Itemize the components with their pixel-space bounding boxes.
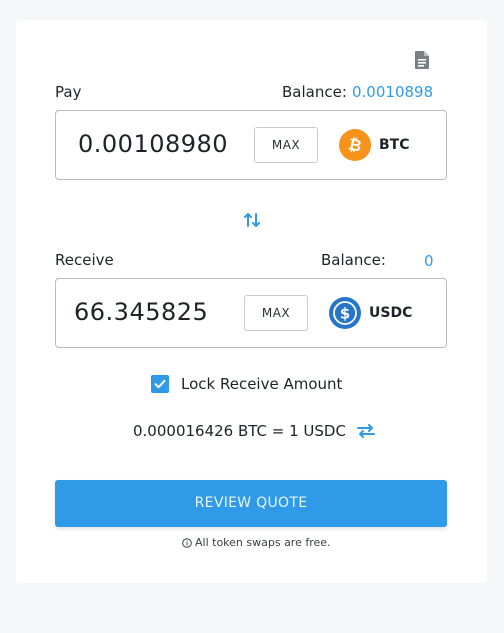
lock-receive-checkbox[interactable] [151, 375, 169, 393]
pay-field: MAX ₿ BTC [55, 110, 447, 180]
lock-receive-label: Lock Receive Amount [181, 375, 343, 393]
receive-balance-value[interactable]: 0 [424, 252, 434, 270]
free-swaps-text: All token swaps are free. [195, 536, 331, 549]
svg-text:₿: ₿ [347, 135, 364, 155]
free-swaps-note: All token swaps are free. [182, 536, 331, 549]
svg-text:$: $ [340, 305, 350, 323]
lock-receive-row: Lock Receive Amount [151, 375, 342, 393]
receive-field: MAX $ USDC [55, 278, 447, 348]
rate-invert-icon[interactable] [356, 423, 376, 439]
receive-amount-input[interactable] [72, 297, 236, 327]
receive-balance-label: Balance: [321, 251, 386, 269]
receive-token-name: USDC [369, 305, 413, 321]
pay-balance-label: Balance: [282, 83, 347, 101]
exchange-rate-text: 0.000016426 BTC = 1 USDC [133, 422, 346, 440]
pay-amount-input[interactable] [76, 129, 240, 159]
pay-token-name: BTC [379, 137, 410, 153]
receive-token-selector[interactable]: $ USDC [329, 297, 412, 329]
usdc-icon: $ [329, 297, 361, 329]
pay-label: Pay [55, 83, 82, 101]
pay-max-button[interactable]: MAX [254, 127, 318, 163]
document-icon[interactable] [413, 50, 431, 70]
bitcoin-icon: ₿ [339, 129, 371, 161]
review-quote-button[interactable]: REVIEW QUOTE [55, 480, 447, 527]
info-icon [182, 537, 192, 548]
receive-label: Receive [55, 251, 114, 269]
pay-balance-value[interactable]: 0.0010898 [352, 83, 433, 101]
exchange-rate-row: 0.000016426 BTC = 1 USDC [133, 422, 376, 440]
checkmark-icon [154, 379, 166, 389]
receive-max-button[interactable]: MAX [244, 295, 308, 331]
swap-card: Pay Balance: 0.0010898 MAX ₿ BTC Receive… [16, 20, 487, 583]
pay-token-selector[interactable]: ₿ BTC [339, 129, 410, 161]
swap-direction-icon[interactable] [242, 210, 262, 230]
